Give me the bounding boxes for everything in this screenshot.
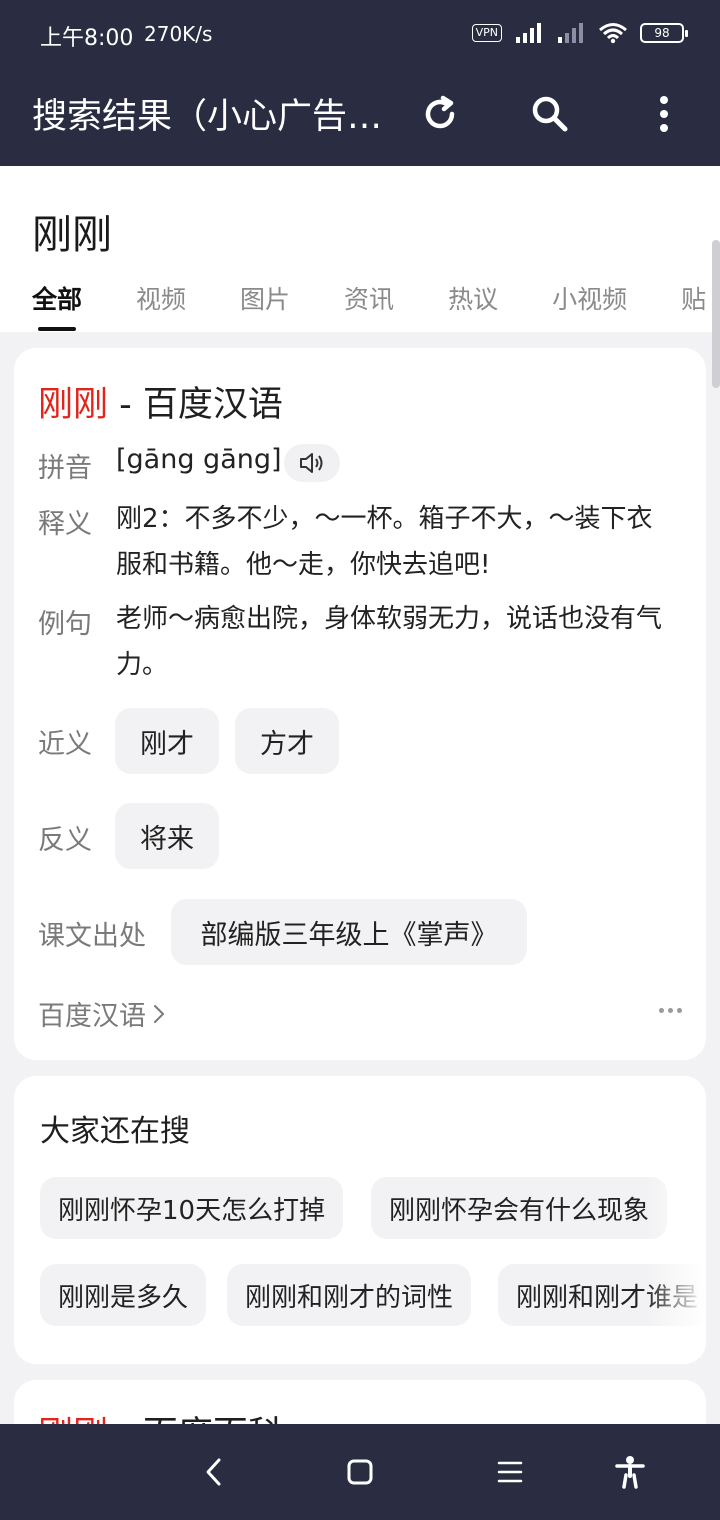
tab-images[interactable]: 图片 <box>240 280 290 332</box>
recents-icon[interactable] <box>486 1448 534 1496</box>
baidu-hanyu-link[interactable]: 百度汉语 <box>38 994 166 1033</box>
refresh-icon[interactable] <box>414 88 466 140</box>
antonym-chip[interactable]: 将来 <box>115 803 219 869</box>
app-bar: 搜索结果（小心广告… <box>0 68 720 166</box>
related-search-chip[interactable]: 刚刚是多久 <box>40 1264 207 1326</box>
tab-news[interactable]: 资讯 <box>344 280 394 332</box>
tab-all[interactable]: 全部 <box>32 280 82 332</box>
tab-tieba[interactable]: 贴 <box>681 280 706 332</box>
search-header: 刚刚 全部 视频 图片 资讯 热议 小视频 贴 <box>0 166 720 332</box>
related-search-chip[interactable]: 刚刚怀孕10天怎么打掉 <box>40 1177 344 1239</box>
chevron-right-icon <box>154 1004 164 1023</box>
synonym-chip[interactable]: 刚才 <box>115 708 219 774</box>
accessibility-icon[interactable] <box>606 1448 654 1496</box>
signal-icon <box>516 23 541 43</box>
dictionary-card-title[interactable]: 刚刚 - 百度汉语 <box>38 376 283 427</box>
screen: 上午8:00 270K/s VPN 98 搜索结果（小心广告… 刚刚 全部 视频… <box>0 0 720 1520</box>
related-searches-title: 大家还在搜 <box>40 1114 190 1149</box>
pinyin-text: [gāng gāng] <box>116 444 282 475</box>
scroll-fade <box>646 1076 706 1364</box>
related-searches-card: 大家还在搜 刚刚怀孕10天怎么打掉 刚刚怀孕会有什么现象 刚刚是多久 刚刚和刚才… <box>14 1076 706 1364</box>
status-icons: VPN 98 <box>471 22 688 44</box>
title-source: - 百度汉语 <box>108 385 283 425</box>
status-time: 上午8:00 <box>40 26 134 51</box>
signal-weak-icon <box>558 23 583 43</box>
example-label: 例句 <box>38 609 92 640</box>
more-vert-icon[interactable] <box>638 88 690 140</box>
wifi-icon <box>599 23 627 44</box>
synonym-chip[interactable]: 方才 <box>235 708 339 774</box>
home-icon[interactable] <box>336 1448 384 1496</box>
scrollbar[interactable] <box>712 240 720 388</box>
tab-short-video[interactable]: 小视频 <box>552 280 627 332</box>
synonym-label: 近义 <box>38 729 92 760</box>
example-text: 老师～病愈出院，身体软弱无力，说话也没有气力。 <box>116 604 663 680</box>
title-highlight: 刚刚 <box>38 385 109 425</box>
related-search-chip[interactable]: 刚刚怀孕会有什么现象 <box>371 1177 668 1239</box>
source-chip[interactable]: 部编版三年级上《掌声》 <box>171 899 527 965</box>
meaning-label: 释义 <box>38 509 92 540</box>
navigation-bar <box>0 1424 720 1520</box>
battery-icon: 98 <box>640 23 688 43</box>
tab-video[interactable]: 视频 <box>136 280 186 332</box>
pinyin-label: 拼音 <box>38 453 92 484</box>
status-network-speed: 270K/s <box>144 22 213 46</box>
back-icon[interactable] <box>190 1448 238 1496</box>
search-icon[interactable] <box>524 88 576 140</box>
vpn-icon: VPN <box>471 24 502 42</box>
source-label: 课文出处 <box>38 921 146 952</box>
status-bar: 上午8:00 270K/s VPN 98 <box>0 0 720 68</box>
speaker-icon[interactable] <box>284 444 340 482</box>
app-bar-title: 搜索结果（小心广告… <box>32 97 383 137</box>
more-horiz-icon[interactable] <box>659 1008 682 1013</box>
dictionary-card[interactable]: 刚刚 - 百度汉语 拼音 [gāng gāng] 释义 刚2：不多不少，～一杯。… <box>14 348 706 1060</box>
search-query[interactable]: 刚刚 <box>32 202 112 260</box>
baidu-hanyu-label: 百度汉语 <box>38 1001 146 1032</box>
search-tabs: 全部 视频 图片 资讯 热议 小视频 贴 <box>32 280 720 332</box>
related-search-chip[interactable]: 刚刚和刚才的词性 <box>227 1264 472 1326</box>
tab-discussion[interactable]: 热议 <box>448 280 498 332</box>
meaning-text: 刚2：不多不少，～一杯。箱子不大，～装下衣服和书籍。他～走，你快去追吧! <box>116 504 653 580</box>
antonym-label: 反义 <box>38 825 92 856</box>
